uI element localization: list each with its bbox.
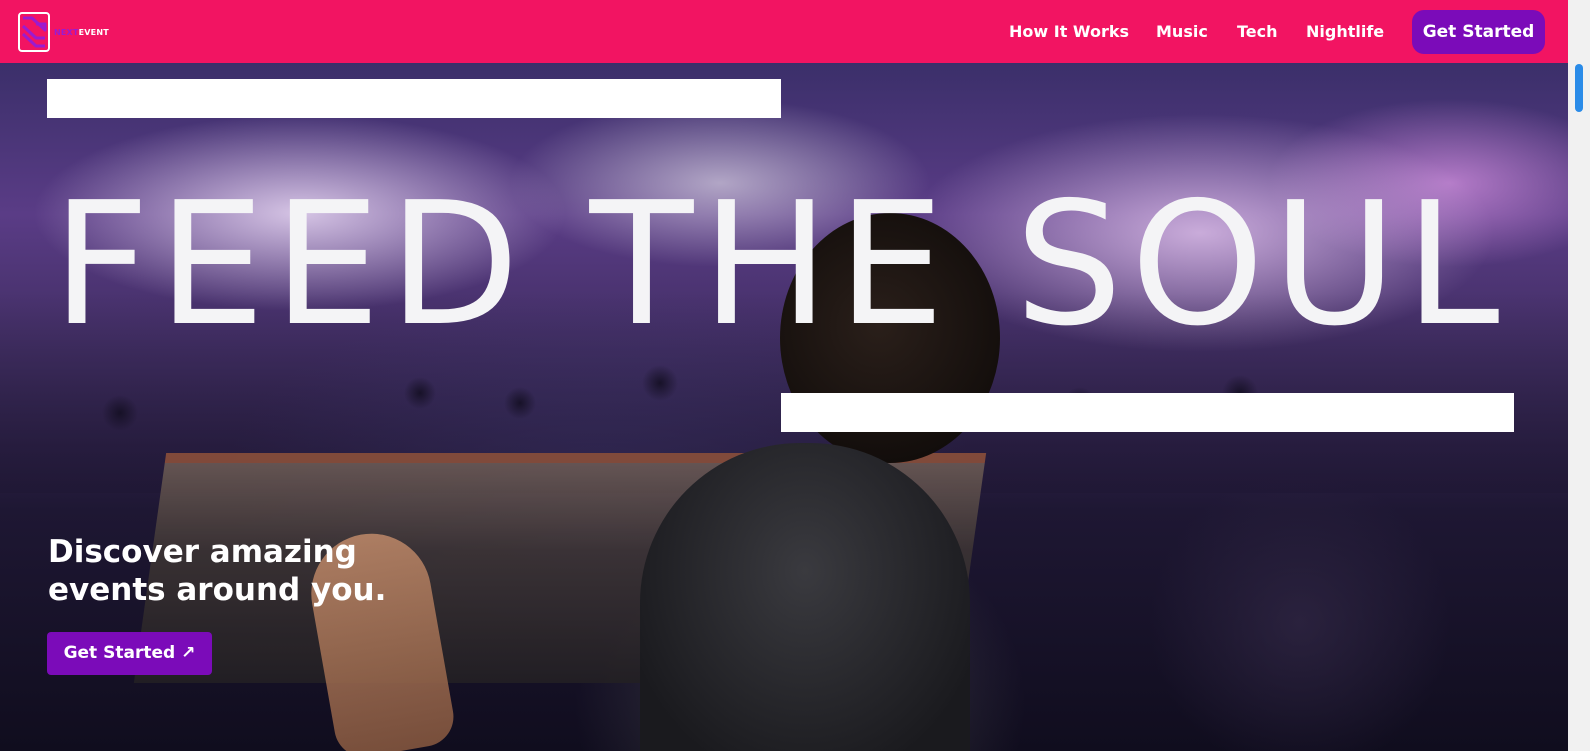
nav-get-started-button[interactable]: Get Started [1412,10,1545,54]
hero-accent-bar-top [47,79,781,118]
hero-accent-bar-bottom [781,393,1514,432]
nav-links: How It Works Music Tech Nightlife [0,0,1568,63]
nav-link-music[interactable]: Music [1156,21,1208,43]
hero-title: FEED THE SOUL [52,166,1508,364]
hero-subtitle: Discover amazing events around you. [48,534,387,608]
nav-link-nightlife[interactable]: Nightlife [1306,21,1384,43]
hero-cta-label: Get Started [63,643,176,663]
nav-link-tech[interactable]: Tech [1237,21,1278,43]
navbar: NEXTEVENT How It Works Music Tech Nightl… [0,0,1568,63]
page: NEXTEVENT How It Works Music Tech Nightl… [0,0,1590,751]
scrollbar-thumb[interactable] [1575,64,1583,112]
hero-section: FEED THE SOUL Discover amazing events ar… [0,63,1568,751]
page-scrollbar[interactable] [1568,0,1590,751]
nav-link-how-it-works[interactable]: How It Works [1009,21,1129,43]
arrow-up-right-icon: ↗ [181,643,196,663]
dj-body-image [640,443,970,751]
hero-get-started-button[interactable]: Get Started ↗ [47,632,212,675]
